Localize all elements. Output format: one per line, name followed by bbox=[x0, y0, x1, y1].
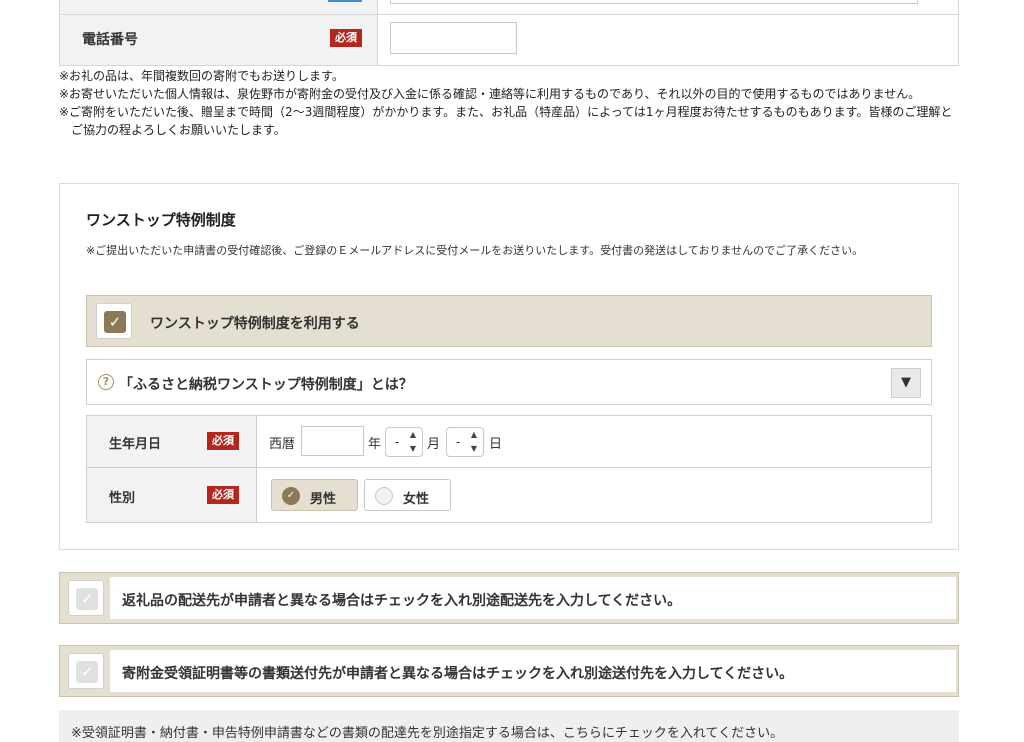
year-unit: 年 bbox=[368, 437, 382, 452]
gender-row: 性別 必須 ✓ 男性 女性 bbox=[87, 468, 931, 522]
gender-label: 性別 bbox=[109, 491, 136, 506]
shipping-address-checkbox[interactable]: ✓ bbox=[68, 580, 104, 616]
select-value: - bbox=[456, 435, 461, 449]
onestop-checkbox[interactable]: ✓ bbox=[96, 303, 132, 339]
required-badge: 必須 bbox=[207, 486, 239, 504]
check-icon: ✓ bbox=[104, 311, 126, 333]
phone-label-cell: 電話番号 必須 bbox=[60, 15, 378, 65]
gender-option-male[interactable]: ✓ 男性 bbox=[271, 479, 358, 511]
radio-label: 男性 bbox=[310, 492, 337, 507]
question-icon: ? bbox=[98, 374, 114, 390]
table-row bbox=[60, 0, 958, 15]
radio-label: 女性 bbox=[403, 492, 430, 507]
checkbox-label-area: 返礼品の配送先が申請者と異なる場合はチェックを入れ別途配送先を入力してください。 bbox=[110, 577, 956, 619]
contact-table: 電話番号 必須 bbox=[59, 0, 959, 66]
gender-option-female[interactable]: 女性 bbox=[364, 479, 451, 511]
day-unit: 日 bbox=[489, 437, 503, 452]
select-arrows-icon: ▲ ▼ bbox=[470, 430, 477, 453]
onestop-checkbox-label: ワンストップ特例制度を利用する bbox=[150, 316, 360, 332]
previous-input[interactable] bbox=[390, 0, 918, 4]
phone-row: 電話番号 必須 bbox=[60, 15, 958, 65]
shipping-address-checkbox-row[interactable]: ✓ 返礼品の配送先が申請者と異なる場合はチェックを入れ別途配送先を入力してくださ… bbox=[59, 572, 959, 624]
check-icon: ✓ bbox=[282, 487, 300, 505]
month-unit: 月 bbox=[427, 437, 441, 452]
checkbox-label-area: 寄附金受領証明書等の書類送付先が申請者と異なる場合はチェックを入れ別途送付先を入… bbox=[110, 650, 956, 692]
onestop-description: ※ご提出いただいた申請書の受付確認後、ご登録のＥメールアドレスに受付メールをお送… bbox=[86, 244, 864, 257]
select-value: - bbox=[395, 435, 400, 449]
era-label: 西暦 bbox=[269, 437, 296, 452]
onestop-section: ワンストップ特例制度 ※ご提出いただいた申請書の受付確認後、ご登録のＥメールアド… bbox=[59, 183, 959, 550]
onestop-checkbox-row[interactable]: ✓ ワンストップ特例制度を利用する bbox=[86, 295, 932, 347]
row-label-cell bbox=[60, 0, 378, 14]
accordion-label: 「ふるさと納税ワンストップ特例制度」とは？ bbox=[119, 377, 413, 393]
checkbox-label: 寄附金受領証明書等の書類送付先が申請者と異なる場合はチェックを入れ別途送付先を入… bbox=[122, 666, 794, 682]
select-arrows-icon: ▲ ▼ bbox=[409, 430, 416, 453]
birthdate-row: 生年月日 必須 西暦 年 - ▲ ▼ 月 - ▲ ▼ 日 bbox=[87, 416, 931, 468]
notes: ※お礼の品は、年間複数回の寄附でもお送りします。 ※お寄せいただいた個人情報は、… bbox=[59, 67, 959, 139]
phone-input[interactable] bbox=[390, 22, 517, 54]
phone-label: 電話番号 bbox=[82, 32, 138, 48]
check-icon: ✓ bbox=[76, 588, 98, 610]
birth-day-select[interactable]: - ▲ ▼ bbox=[446, 427, 484, 457]
required-badge: 必須 bbox=[207, 432, 239, 450]
checkbox-label: 返礼品の配送先が申請者と異なる場合はチェックを入れ別途配送先を入力してください。 bbox=[122, 593, 682, 609]
birthdate-label: 生年月日 bbox=[109, 437, 162, 452]
field-accent bbox=[328, 0, 362, 2]
bottom-note-text: ※受領証明書・納付書・申告特例申請書などの書類の配達先を別途指定する場合は、こち… bbox=[71, 726, 784, 741]
document-address-checkbox[interactable]: ✓ bbox=[68, 653, 104, 689]
note: ※お寄せいただいた個人情報は、泉佐野市が寄附金の受付及び入金に係る確認・連絡等に… bbox=[59, 87, 921, 101]
chevron-down-icon[interactable]: ▼ bbox=[891, 368, 921, 398]
gender-label-cell: 性別 必須 bbox=[87, 468, 257, 522]
note: ※ご寄附をいただいた後、贈呈まで時間（2〜3週間程度）がかかります。また、お礼品… bbox=[59, 105, 953, 137]
document-address-checkbox-row[interactable]: ✓ 寄附金受領証明書等の書類送付先が申請者と異なる場合はチェックを入れ別途送付先… bbox=[59, 645, 959, 697]
birth-year-input[interactable] bbox=[301, 426, 364, 456]
onestop-form-table: 生年月日 必須 西暦 年 - ▲ ▼ 月 - ▲ ▼ 日 性別 必須 ✓ 男性 … bbox=[86, 415, 932, 523]
radio-dot-icon bbox=[375, 487, 393, 505]
check-icon: ✓ bbox=[76, 661, 98, 683]
onestop-accordion[interactable]: ? 「ふるさと納税ワンストップ特例制度」とは？ ▼ bbox=[86, 359, 932, 405]
birthdate-label-cell: 生年月日 必須 bbox=[87, 416, 257, 467]
required-badge: 必須 bbox=[330, 29, 362, 47]
onestop-title: ワンストップ特例制度 bbox=[86, 211, 236, 229]
note: ※お礼の品は、年間複数回の寄附でもお送りします。 bbox=[59, 69, 344, 83]
birth-month-select[interactable]: - ▲ ▼ bbox=[385, 427, 423, 457]
bottom-note: ※受領証明書・納付書・申告特例申請書などの書類の配達先を別途指定する場合は、こち… bbox=[59, 710, 959, 742]
